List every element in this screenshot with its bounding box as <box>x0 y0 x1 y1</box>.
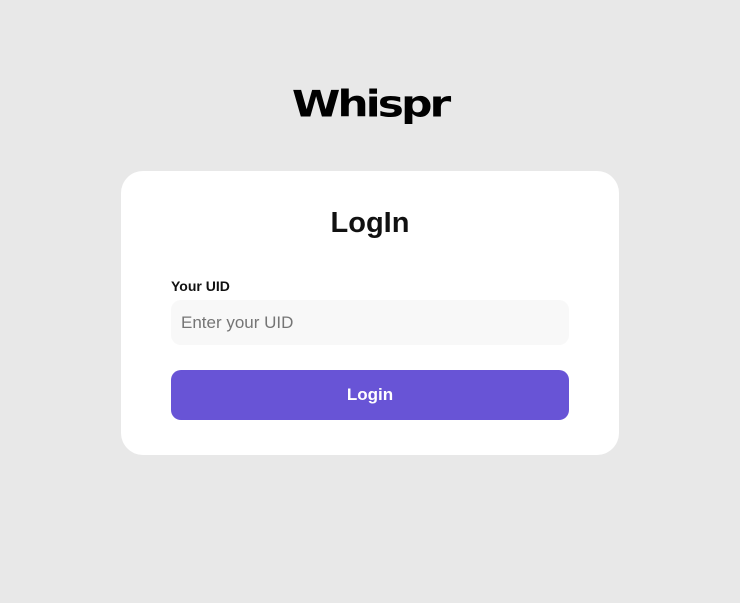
whispr-logo: Whispr <box>291 83 451 126</box>
login-button[interactable]: Login <box>171 370 569 420</box>
uid-label: Your UID <box>171 278 230 294</box>
login-page: Whispr LogIn Your UID Login <box>0 0 740 603</box>
login-title: LogIn <box>330 207 410 239</box>
uid-input[interactable] <box>171 300 569 345</box>
